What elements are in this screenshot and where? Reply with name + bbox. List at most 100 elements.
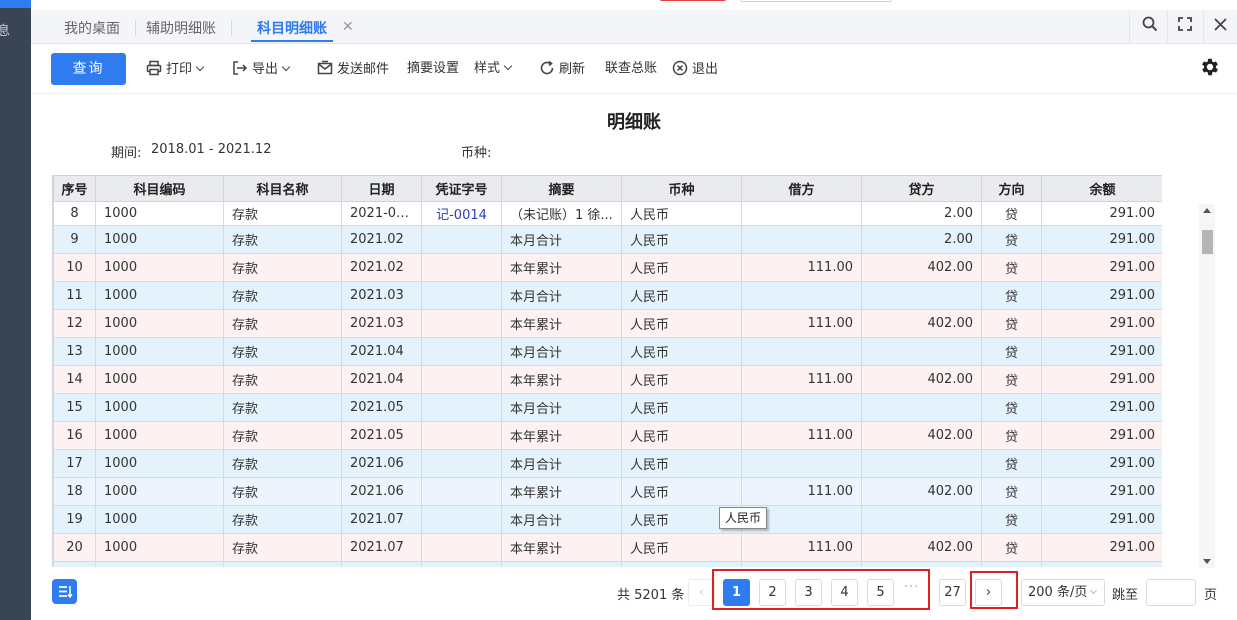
column-settings-button[interactable] bbox=[52, 579, 77, 604]
cell-voucher[interactable] bbox=[421, 533, 502, 562]
column-header[interactable]: 贷方 bbox=[861, 175, 982, 202]
table-row[interactable]: 11 1000 存款 2021.03 本月合计 人民币 贷 291.00 bbox=[53, 281, 1162, 310]
cell-seq: 16 bbox=[53, 421, 96, 450]
table-row[interactable]: 8 1000 存款 2021-02... 记-0014 （未记账）1 徐... 人民币 2.0… bbox=[53, 201, 1162, 226]
fullscreen-icon[interactable] bbox=[1175, 16, 1195, 36]
print-button[interactable]: 打印 bbox=[146, 60, 205, 80]
column-header[interactable]: 余额 bbox=[1041, 175, 1162, 202]
cell-currency: 人民币 bbox=[621, 449, 742, 478]
table-row[interactable]: 9 1000 存款 2021.02 本月合计 人民币 2.00 贷 291.00 bbox=[53, 225, 1162, 254]
scroll-thumb[interactable] bbox=[1202, 230, 1213, 254]
cell-code: 1000 bbox=[95, 365, 224, 394]
cell-voucher[interactable] bbox=[421, 421, 502, 450]
cell-summary: （未记账）1 徐... bbox=[501, 201, 622, 226]
style-button[interactable]: 样式 bbox=[474, 60, 513, 80]
column-header[interactable]: 币种 bbox=[621, 175, 742, 202]
scroll-up-arrow-icon[interactable] bbox=[1203, 208, 1211, 213]
cell-voucher[interactable] bbox=[421, 449, 502, 478]
vertical-scrollbar[interactable] bbox=[1199, 204, 1215, 568]
email-icon bbox=[317, 60, 333, 76]
cell-voucher[interactable] bbox=[421, 225, 502, 254]
prev-page-button[interactable]: ‹ bbox=[688, 579, 715, 606]
linked-general-ledger-button[interactable]: 联查总账 bbox=[605, 60, 657, 80]
table-row[interactable]: 17 1000 存款 2021.06 本月合计 人民币 贷 291.00 bbox=[53, 449, 1162, 478]
column-header[interactable]: 序号 bbox=[53, 175, 96, 202]
query-button[interactable]: 查询 bbox=[51, 53, 126, 85]
page-button-last[interactable]: 27 bbox=[939, 579, 966, 606]
table-row[interactable]: 16 1000 存款 2021.05 本年累计 人民币 111.00 402.00 贷 291.0… bbox=[53, 421, 1162, 450]
tab-divider bbox=[231, 20, 232, 36]
search-icon[interactable] bbox=[1140, 16, 1160, 36]
table-row[interactable]: 18 1000 存款 2021.06 本年累计 人民币 111.00 402.00 贷 291.0… bbox=[53, 477, 1162, 506]
cell-balance: 291.00 bbox=[1041, 253, 1162, 282]
cell-summary: 本年累计 bbox=[501, 365, 622, 394]
cell-voucher[interactable] bbox=[421, 309, 502, 338]
chevron-down-icon bbox=[281, 62, 291, 72]
table-row[interactable]: 15 1000 存款 2021.05 本月合计 人民币 贷 291.00 bbox=[53, 393, 1162, 422]
exit-label: 退出 bbox=[692, 62, 719, 77]
table-row[interactable]: 12 1000 存款 2021.03 本年累计 人民币 111.00 402.00 贷 291.0… bbox=[53, 309, 1162, 338]
cell-credit: 402.00 bbox=[861, 365, 982, 394]
gear-icon[interactable] bbox=[1199, 56, 1221, 78]
cell-seq: 12 bbox=[53, 309, 96, 338]
page-size-select[interactable]: 200 条/页 bbox=[1021, 579, 1105, 606]
cell-voucher[interactable]: 记-0014 bbox=[421, 201, 502, 226]
top-search-box[interactable] bbox=[740, 0, 892, 2]
table-row[interactable]: 14 1000 存款 2021.04 本年累计 人民币 111.00 402.00 贷 291.0… bbox=[53, 365, 1162, 394]
cell-voucher[interactable] bbox=[421, 561, 502, 567]
cell-balance: 291.00 bbox=[1041, 505, 1162, 534]
cell-debit bbox=[741, 449, 862, 478]
tab-subject-ledger[interactable]: 科目明细账 bbox=[251, 18, 333, 42]
tab-auxiliary-ledger[interactable]: 辅助明细账 bbox=[146, 18, 216, 42]
cell-date: 2021.06 bbox=[341, 449, 422, 478]
cell-balance: 291.00 bbox=[1041, 337, 1162, 366]
cell-voucher[interactable] bbox=[421, 393, 502, 422]
cell-code: 1000 bbox=[95, 309, 224, 338]
table-row[interactable]: 10 1000 存款 2021.02 本年累计 人民币 111.00 402.00 贷 291.0… bbox=[53, 253, 1162, 282]
column-header[interactable]: 摘要 bbox=[501, 175, 622, 202]
cell-voucher[interactable] bbox=[421, 337, 502, 366]
cell-balance bbox=[1041, 561, 1162, 567]
cell-seq: 15 bbox=[53, 393, 96, 422]
refresh-button[interactable]: 刷新 bbox=[539, 60, 585, 80]
top-red-button[interactable] bbox=[659, 0, 727, 1]
cell-seq: 9 bbox=[53, 225, 96, 254]
column-header[interactable]: 借方 bbox=[741, 175, 862, 202]
cell-direction: 贷 bbox=[981, 449, 1042, 478]
cell-debit: 111.00 bbox=[741, 477, 862, 506]
cell-date: 2021.05 bbox=[341, 393, 422, 422]
cell-voucher[interactable] bbox=[421, 505, 502, 534]
scroll-down-arrow-icon[interactable] bbox=[1203, 559, 1211, 564]
style-label: 样式 bbox=[474, 61, 501, 76]
tab-my-desktop[interactable]: 我的桌面 bbox=[64, 18, 120, 42]
cell-voucher[interactable] bbox=[421, 253, 502, 282]
close-icon[interactable] bbox=[1210, 16, 1230, 36]
cell-balance: 291.00 bbox=[1041, 393, 1162, 422]
column-header[interactable]: 科目名称 bbox=[223, 175, 342, 202]
column-header[interactable]: 日期 bbox=[341, 175, 422, 202]
tab-close-icon[interactable]: ✕ bbox=[342, 19, 354, 35]
cell-summary: 本月合计 bbox=[501, 337, 622, 366]
period-label: 期间: bbox=[111, 146, 142, 161]
export-button[interactable]: 导出 bbox=[232, 60, 291, 80]
cell-summary: 本月合计 bbox=[501, 505, 622, 534]
summary-settings-button[interactable]: 摘要设置 bbox=[407, 60, 459, 80]
exit-button[interactable]: 退出 bbox=[672, 60, 718, 80]
table-row[interactable]: 20 1000 存款 2021.07 本年累计 人民币 111.00 402.00 贷 291.0… bbox=[53, 533, 1162, 562]
table-row[interactable]: 19 1000 存款 2021.07 本月合计 人民币 贷 291.00 bbox=[53, 505, 1162, 534]
table-row[interactable] bbox=[53, 561, 1162, 567]
ledger-table: 序号 科目编码 科目名称 日期 凭证字号 摘要 币种 借方 贷方 方向 余额 8… bbox=[52, 175, 1162, 567]
column-header[interactable]: 科目编码 bbox=[95, 175, 224, 202]
toolbar: 查询 打印 导出 发送邮件 摘要设置 样式 刷新 联查总账 退出 bbox=[31, 44, 1237, 94]
jump-page-input[interactable] bbox=[1146, 579, 1196, 606]
page-suffix-label: 页 bbox=[1204, 588, 1218, 603]
refresh-icon bbox=[539, 60, 555, 76]
cell-voucher[interactable] bbox=[421, 477, 502, 506]
send-email-button[interactable]: 发送邮件 bbox=[317, 60, 389, 80]
cell-voucher[interactable] bbox=[421, 281, 502, 310]
cell-voucher[interactable] bbox=[421, 365, 502, 394]
column-header[interactable]: 方向 bbox=[981, 175, 1042, 202]
column-header[interactable]: 凭证字号 bbox=[421, 175, 502, 202]
cell-debit: 111.00 bbox=[741, 533, 862, 562]
table-row[interactable]: 13 1000 存款 2021.04 本月合计 人民币 贷 291.00 bbox=[53, 337, 1162, 366]
